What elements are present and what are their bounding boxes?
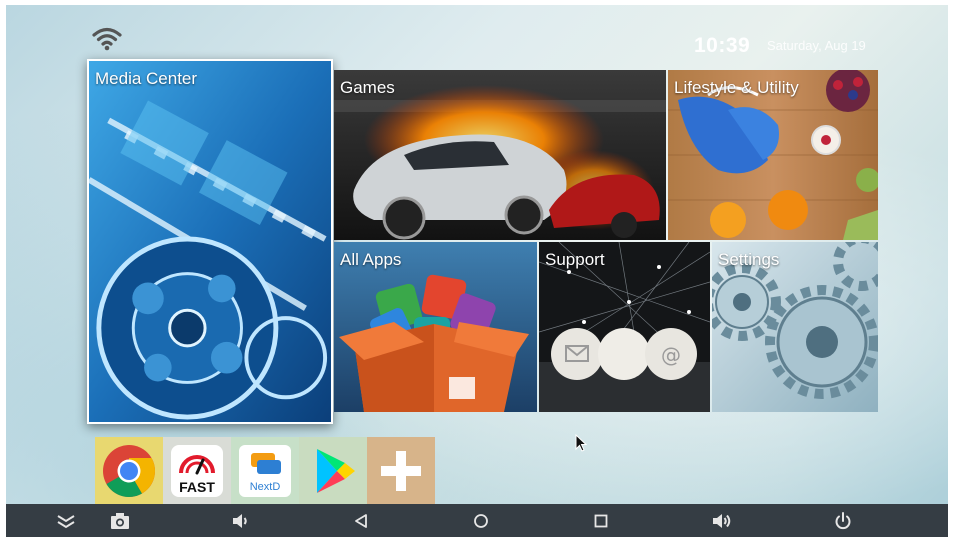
tile-label: Support bbox=[545, 250, 605, 269]
tile-settings[interactable]: Settings bbox=[712, 242, 878, 412]
screenshot-icon bbox=[111, 512, 129, 529]
tile-lifestyle-utility[interactable]: Lifestyle & Utility bbox=[668, 70, 878, 240]
recents-icon bbox=[594, 514, 608, 527]
mouse-cursor-icon bbox=[575, 434, 587, 452]
collapse-button[interactable] bbox=[46, 504, 86, 537]
film-reel-artwork bbox=[89, 61, 331, 422]
wifi-icon bbox=[92, 27, 122, 51]
back-button[interactable] bbox=[341, 504, 381, 537]
tile-label: All Apps bbox=[340, 250, 402, 269]
tile-support[interactable]: @ Support bbox=[539, 242, 710, 412]
plus-icon bbox=[381, 450, 421, 491]
dock-chrome[interactable] bbox=[95, 437, 163, 504]
dock-add[interactable] bbox=[367, 437, 435, 504]
tile-label: Games bbox=[340, 78, 395, 97]
power-button[interactable] bbox=[823, 504, 863, 537]
home-button[interactable] bbox=[461, 504, 501, 537]
screenshot-button[interactable] bbox=[100, 504, 140, 537]
system-navbar bbox=[6, 504, 948, 537]
tile-games[interactable]: Games bbox=[334, 70, 666, 240]
tile-label: Settings bbox=[718, 250, 780, 269]
nextd-text: NextD bbox=[250, 481, 281, 493]
home-screen: 10:39 Saturday, Aug 19 Media Center Game… bbox=[0, 0, 954, 537]
chrome-icon bbox=[103, 444, 155, 497]
home-icon bbox=[474, 513, 488, 528]
screen-border-top bbox=[0, 0, 954, 5]
clock-date: Saturday, Aug 19 bbox=[767, 38, 866, 53]
svg-text:@: @ bbox=[661, 343, 681, 367]
tile-media-center[interactable]: Media Center bbox=[87, 59, 333, 424]
dock-play-store[interactable] bbox=[299, 437, 367, 504]
tile-all-apps[interactable]: All Apps bbox=[334, 242, 537, 412]
volume-up-icon bbox=[713, 513, 731, 528]
clock-time: 10:39 bbox=[694, 34, 751, 57]
screen-border-left bbox=[0, 0, 6, 537]
fast-speedtest-icon: FAST bbox=[171, 444, 223, 497]
screen-border-right bbox=[948, 0, 954, 537]
app-dock: FAST NextD bbox=[95, 437, 435, 504]
fast-text: FAST bbox=[179, 479, 215, 495]
recents-button[interactable] bbox=[581, 504, 621, 537]
tile-label: Media Center bbox=[95, 69, 198, 88]
power-icon bbox=[835, 511, 851, 529]
volume-down-icon bbox=[233, 513, 247, 528]
back-icon bbox=[355, 513, 367, 528]
dock-fast[interactable]: FAST bbox=[163, 437, 231, 504]
collapse-icon bbox=[57, 514, 75, 528]
tile-label: Lifestyle & Utility bbox=[674, 78, 799, 97]
dock-nextd[interactable]: NextD bbox=[231, 437, 299, 504]
play-store-icon bbox=[317, 448, 355, 493]
nextd-icon: NextD bbox=[239, 444, 291, 497]
volume-up-button[interactable] bbox=[702, 504, 742, 537]
volume-down-button[interactable] bbox=[221, 504, 261, 537]
